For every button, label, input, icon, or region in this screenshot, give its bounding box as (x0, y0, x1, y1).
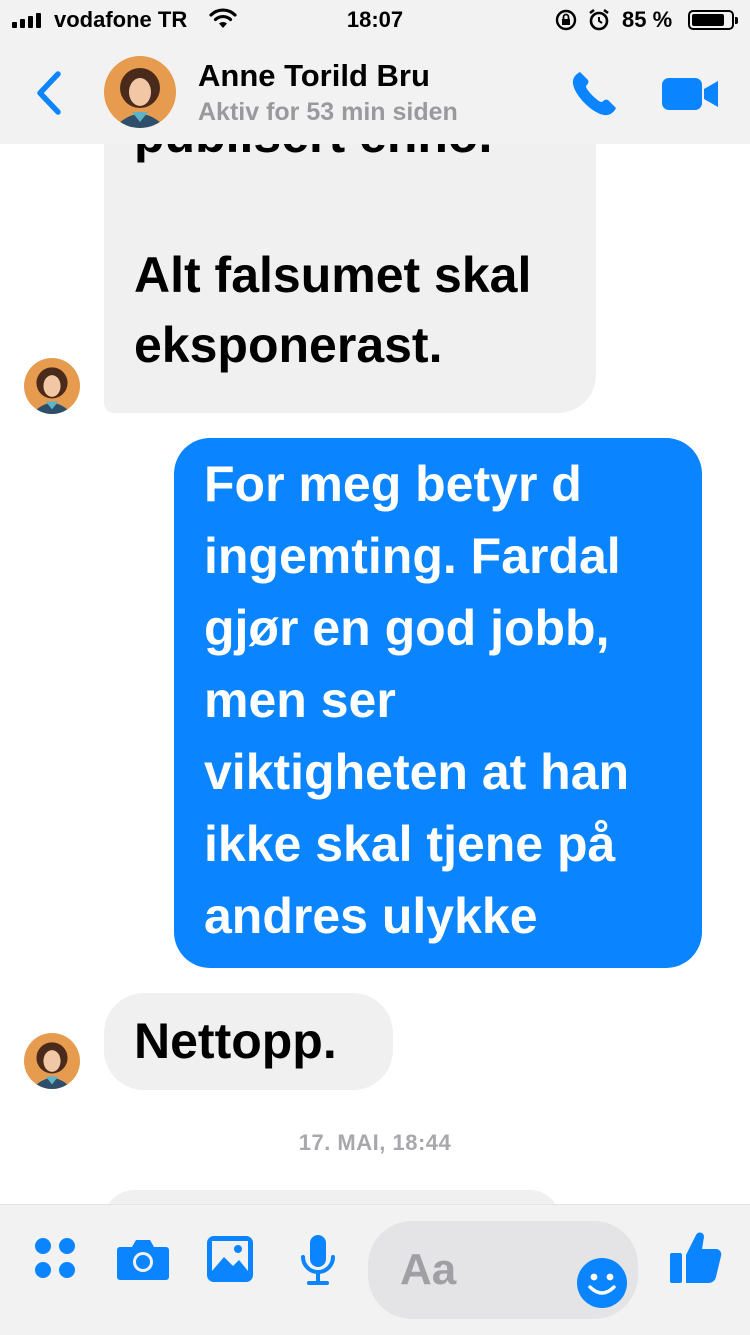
alarm-icon (589, 8, 609, 31)
message-bubble-incoming[interactable]: Nettopp. (104, 993, 393, 1090)
sender-avatar[interactable] (24, 358, 80, 414)
back-chevron-icon[interactable] (30, 68, 70, 118)
message-text: eksponerast. (134, 317, 443, 373)
composer-bar: Aa (0, 1204, 750, 1335)
message-text: Alt falsumet skal (134, 247, 532, 303)
message-text: ikke skal tjene på (204, 816, 616, 872)
emoji-icon[interactable] (576, 1257, 628, 1309)
message-text: men ser (204, 672, 396, 728)
message-text: gjør en god jobb, (204, 600, 610, 656)
video-camera-icon[interactable] (660, 74, 722, 114)
battery-percent: 85 % (622, 7, 673, 32)
contact-avatar[interactable] (104, 56, 176, 128)
microphone-icon[interactable] (298, 1233, 338, 1289)
message-text: viktigheten at han (204, 744, 630, 800)
message-text: ingemting. Fardal (204, 528, 621, 584)
date-separator: 17. MAI, 18:44 (298, 1130, 452, 1155)
contact-name: Anne Torild Bru (198, 58, 430, 93)
battery-level-fill (692, 14, 724, 26)
sender-avatar[interactable] (24, 1033, 80, 1089)
message-text: publisert enno. (134, 144, 492, 170)
message-list[interactable]: publisert enno. Alt falsumet skal ekspon… (0, 144, 750, 1204)
contact-active-status: Aktiv for 53 min siden (198, 98, 458, 126)
message-input-placeholder: Aa (400, 1245, 457, 1294)
message-text: For meg betyr d (204, 456, 582, 512)
message-bubble-incoming-partial[interactable] (104, 1190, 560, 1204)
conversation-header: Anne Torild Bru Aktiv for 53 min siden (0, 40, 750, 144)
apps-grid-icon[interactable] (32, 1235, 78, 1281)
message-bubble-outgoing[interactable]: For meg betyr d ingemting. Fardal gjør e… (174, 438, 702, 968)
message-bubble-incoming[interactable]: publisert enno. Alt falsumet skal ekspon… (104, 144, 596, 413)
phone-icon[interactable] (566, 66, 622, 122)
message-text: Nettopp. (134, 1013, 337, 1069)
thumbs-up-icon[interactable] (668, 1229, 722, 1285)
message-text: andres ulykke (204, 888, 538, 944)
camera-icon[interactable] (116, 1235, 170, 1281)
battery-icon (688, 10, 738, 30)
status-bar: vodafone TR 18:07 85 % (0, 0, 750, 40)
photo-icon[interactable] (206, 1235, 254, 1283)
rotation-lock-icon (555, 9, 577, 31)
